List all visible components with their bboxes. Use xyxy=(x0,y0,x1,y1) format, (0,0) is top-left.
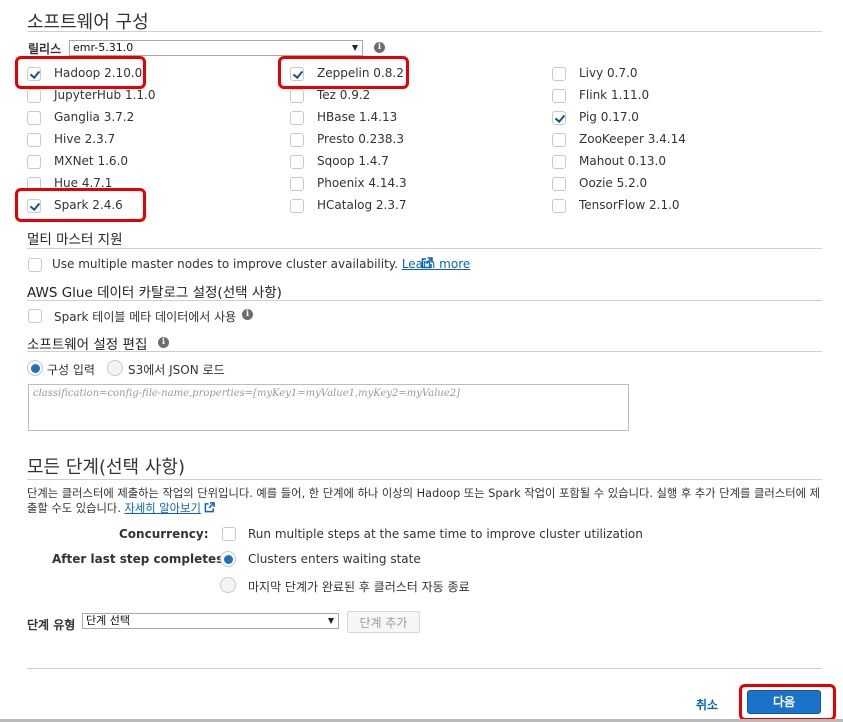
radio-waiting-state[interactable] xyxy=(220,551,236,567)
chevron-down-icon xyxy=(352,45,358,51)
app-checkbox[interactable] xyxy=(290,133,304,147)
info-icon[interactable]: i xyxy=(158,337,169,348)
release-label: 릴리스 xyxy=(28,42,62,56)
app-checkbox[interactable] xyxy=(27,111,41,125)
app-label: Livy 0.7.0 xyxy=(579,66,638,80)
radio-auto-terminate-label: 마지막 단계가 완료된 후 클러스터 자동 종료 xyxy=(248,580,470,594)
release-select[interactable]: emr-5.31.0 xyxy=(69,40,363,56)
info-icon[interactable]: i xyxy=(242,309,253,320)
divider xyxy=(27,668,822,669)
section-title-edit-config: 소프트웨어 설정 편집 xyxy=(27,337,148,353)
section-title-multi-master: 멀티 마스터 지원 xyxy=(27,232,123,248)
release-select-value: emr-5.31.0 xyxy=(73,41,134,54)
app-checkbox[interactable] xyxy=(552,111,566,125)
app-label: Oozie 5.2.0 xyxy=(579,176,648,190)
app-label: Presto 0.238.3 xyxy=(317,132,404,146)
app-checkbox[interactable] xyxy=(290,111,304,125)
app-checkbox[interactable] xyxy=(27,133,41,147)
next-button[interactable]: 다음 xyxy=(747,690,821,714)
step-type-select-value: 단계 선택 xyxy=(86,614,130,627)
glue-spark-label: Spark 테이블 메타 데이터에서 사용 xyxy=(54,310,237,324)
multi-master-checkbox[interactable] xyxy=(28,258,42,272)
external-link-icon[interactable] xyxy=(204,502,216,513)
multi-master-text: Use multiple master nodes to improve clu… xyxy=(52,257,470,271)
divider xyxy=(27,351,822,352)
app-checkbox[interactable] xyxy=(552,155,566,169)
app-checkbox[interactable] xyxy=(552,133,566,147)
app-label: MXNet 1.6.0 xyxy=(54,154,128,168)
config-textarea[interactable] xyxy=(28,384,629,431)
app-label: Tez 0.9.2 xyxy=(317,88,371,102)
radio-load-s3[interactable] xyxy=(107,360,123,376)
steps-learn-more-link[interactable]: 자세히 알아보기 xyxy=(125,502,201,515)
highlight-box-hadoop xyxy=(15,56,146,89)
app-checkbox[interactable] xyxy=(552,89,566,103)
app-checkbox[interactable] xyxy=(290,177,304,191)
app-label: Phoenix 4.14.3 xyxy=(317,176,407,190)
app-label: HCatalog 2.3.7 xyxy=(317,198,407,212)
app-checkbox[interactable] xyxy=(290,89,304,103)
multi-master-label: Use multiple master nodes to improve clu… xyxy=(52,257,398,271)
concurrency-label: Concurrency: xyxy=(119,527,209,541)
divider xyxy=(27,248,822,249)
app-checkbox[interactable] xyxy=(290,155,304,169)
app-label: Hive 2.3.7 xyxy=(54,132,116,146)
app-label: JupyterHub 1.1.0 xyxy=(54,88,156,102)
divider xyxy=(27,479,822,480)
radio-waiting-state-label: Clusters enters waiting state xyxy=(248,552,421,566)
radio-auto-terminate[interactable] xyxy=(220,577,236,593)
radio-enter-config[interactable] xyxy=(27,360,43,376)
app-label: Mahout 0.13.0 xyxy=(579,154,666,168)
app-label: Ganglia 3.7.2 xyxy=(54,110,135,124)
radio-enter-config-label: 구성 입력 xyxy=(47,363,95,377)
glue-spark-checkbox[interactable] xyxy=(28,309,42,323)
concurrency-option-label: Run multiple steps at the same time to i… xyxy=(248,527,643,541)
chevron-down-icon xyxy=(328,618,334,624)
concurrency-checkbox[interactable] xyxy=(222,527,236,541)
external-link-icon[interactable] xyxy=(421,257,433,269)
app-checkbox[interactable] xyxy=(552,177,566,191)
highlight-box-zeppelin xyxy=(278,56,409,89)
after-last-step-label: After last step completes: xyxy=(52,552,229,566)
app-label: Flink 1.11.0 xyxy=(579,88,650,102)
app-checkbox[interactable] xyxy=(290,199,304,213)
steps-description-block: 단계는 클러스터에 제출하는 작업의 단위입니다. 예를 들어, 한 단계에 하… xyxy=(27,486,825,516)
highlight-box-spark xyxy=(15,188,146,222)
app-label: TensorFlow 2.1.0 xyxy=(579,198,680,212)
radio-load-s3-label: S3에서 JSON 로드 xyxy=(128,363,225,377)
divider xyxy=(27,300,822,301)
app-checkbox[interactable] xyxy=(552,199,566,213)
app-label: HBase 1.4.13 xyxy=(317,110,398,124)
step-type-select[interactable]: 단계 선택 xyxy=(82,613,339,629)
add-step-button[interactable]: 단계 추가 xyxy=(347,611,420,633)
app-checkbox[interactable] xyxy=(27,89,41,103)
section-title-glue: AWS Glue 데이터 카탈로그 설정(선택 사항) xyxy=(27,285,282,301)
cancel-button[interactable]: 취소 xyxy=(696,696,718,713)
info-icon[interactable]: i xyxy=(374,42,385,53)
step-type-label: 단계 유형 xyxy=(27,618,76,632)
learn-more-link[interactable]: Learn more xyxy=(402,257,470,271)
app-checkbox[interactable] xyxy=(27,155,41,169)
app-checkbox[interactable] xyxy=(552,67,566,81)
app-label: Sqoop 1.4.7 xyxy=(317,154,389,168)
divider xyxy=(27,31,822,32)
app-label: ZooKeeper 3.4.14 xyxy=(579,132,686,146)
app-label: Pig 0.17.0 xyxy=(579,110,639,124)
section-title-steps: 모든 단계(선택 사항) xyxy=(27,457,185,478)
